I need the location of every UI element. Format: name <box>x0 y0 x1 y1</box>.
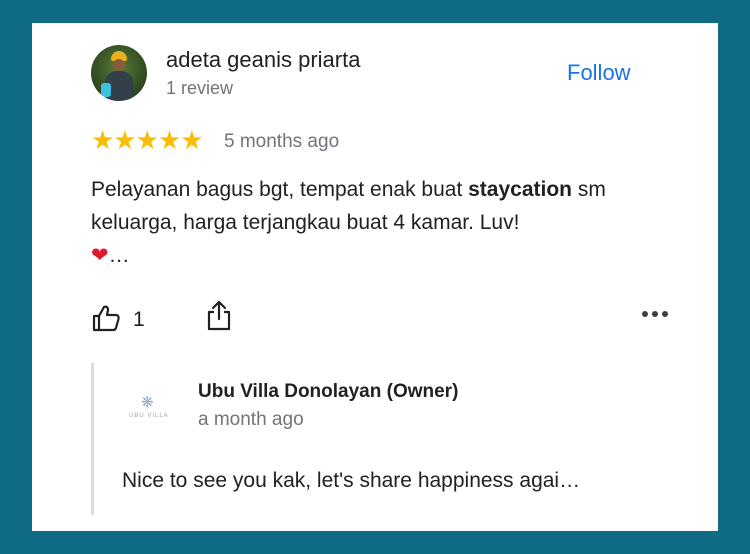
thumbs-up-icon[interactable] <box>91 303 121 333</box>
share-icon[interactable] <box>205 299 233 331</box>
follow-button[interactable]: Follow <box>567 60 631 86</box>
owner-name[interactable]: Ubu Villa Donolayan (Owner) <box>198 381 458 403</box>
reviewer-avatar[interactable] <box>91 45 147 101</box>
owner-reply: ❋ UBU VILLA Ubu Villa Donolayan (Owner) … <box>91 363 694 515</box>
flower-icon: ❋ <box>141 393 154 411</box>
like-count: 1 <box>133 308 145 331</box>
star-rating: ★★★★★ <box>91 125 204 155</box>
heart-emoji: ❤ <box>91 243 109 267</box>
review-text-ellipsis[interactable]: … <box>109 244 130 267</box>
review-card: adeta geanis priarta 1 review Follow ★★★… <box>32 23 718 531</box>
reply-time: a month ago <box>198 409 304 430</box>
owner-logo-text: UBU VILLA <box>129 413 169 419</box>
review-time: 5 months ago <box>224 131 340 152</box>
review-text[interactable]: Pelayanan bagus bgt, tempat enak buat st… <box>91 173 681 272</box>
owner-logo: ❋ UBU VILLA <box>129 391 168 431</box>
reviewer-name[interactable]: adeta geanis priarta <box>166 47 360 73</box>
more-options-icon[interactable] <box>640 308 670 320</box>
review-text-part1: Pelayanan bagus bgt, tempat enak buat <box>91 178 469 201</box>
review-count: 1 review <box>166 78 234 98</box>
reply-text[interactable]: Nice to see you kak, let's share happine… <box>122 469 580 493</box>
review-text-bold: staycation <box>468 178 572 201</box>
